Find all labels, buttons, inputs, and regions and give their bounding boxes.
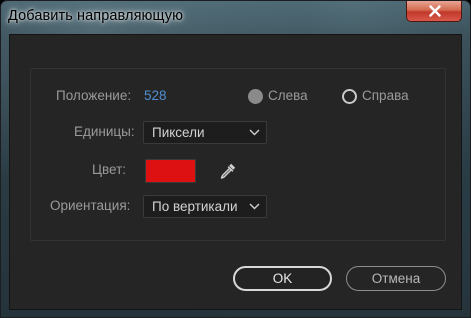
color-label: Цвет: <box>92 162 127 177</box>
guide-settings-group: Положение: 528 Слева Справа Единицы: Пик… <box>30 68 446 241</box>
orientation-selected: По вертикали <box>152 199 238 214</box>
position-label: Положение: <box>56 88 132 103</box>
radio-right[interactable] <box>342 89 357 104</box>
chevron-down-icon <box>249 129 260 136</box>
cancel-button[interactable]: Отмена <box>346 266 446 291</box>
orientation-select[interactable]: По вертикали <box>143 195 267 218</box>
radio-right-label[interactable]: Справа <box>362 88 409 103</box>
close-button[interactable] <box>406 1 462 22</box>
close-icon <box>429 5 441 17</box>
color-swatch[interactable] <box>145 159 196 183</box>
dialog-window: Добавить направляющую Положение: 528 Сле… <box>0 0 471 318</box>
dialog-content: Положение: 528 Слева Справа Единицы: Пик… <box>9 34 462 310</box>
chevron-down-icon <box>249 203 260 210</box>
units-select[interactable]: Пиксели <box>143 121 267 144</box>
orientation-label: Ориентация: <box>50 198 131 213</box>
radio-left[interactable] <box>248 89 263 104</box>
window-title: Добавить направляющую <box>8 8 184 24</box>
title-bar[interactable]: Добавить направляющую <box>1 1 470 35</box>
units-label: Единицы: <box>74 124 135 139</box>
radio-left-label[interactable]: Слева <box>268 88 308 103</box>
units-selected: Пиксели <box>152 125 205 140</box>
position-value[interactable]: 528 <box>144 88 167 103</box>
ok-button[interactable]: OK <box>233 266 332 291</box>
eyedropper-icon[interactable] <box>219 162 237 180</box>
